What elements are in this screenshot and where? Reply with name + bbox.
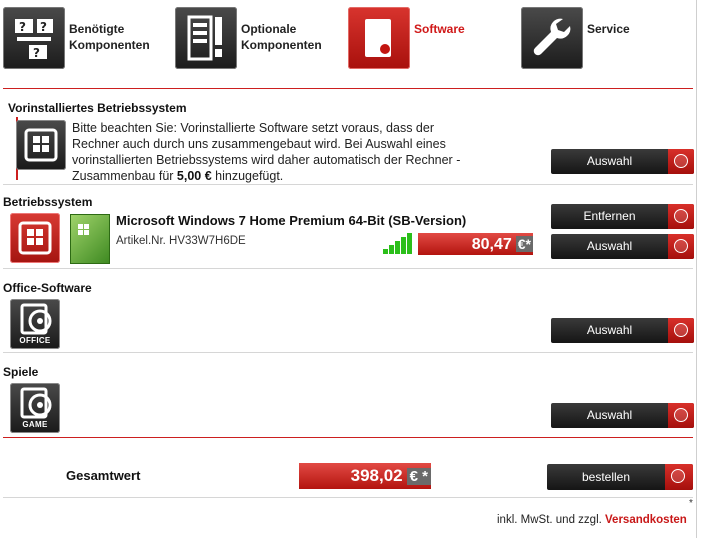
section-title-os: Betriebssystem [3,195,93,209]
section-divider [3,184,693,185]
svg-text:?: ? [40,20,47,34]
order-button[interactable]: bestellen [547,464,693,490]
pc-tower-icon [175,7,237,69]
stock-indicator-icon [383,233,415,254]
total-label: Gesamtwert [66,468,141,483]
section-divider [3,268,693,269]
section-title-games: Spiele [3,365,39,379]
product-image[interactable] [70,214,110,264]
section-divider [3,497,693,498]
product-name[interactable]: Microsoft Windows 7 Home Premium 64-Bit … [116,213,466,228]
software-box-icon [348,7,410,69]
section-divider [3,437,693,438]
question-monitor-icon: ? ? ? [3,7,65,69]
gears-icon [668,234,694,259]
tab-label: Service [587,22,630,36]
remove-button[interactable]: Entfernen [551,204,694,229]
section-title-preinstalled: Vorinstalliertes Betriebssystem [8,101,187,115]
office-disc-icon: OFFICE [10,299,60,349]
tab-service[interactable]: Service [521,7,696,71]
office-select-button[interactable]: Auswahl [551,318,694,343]
product-price: 80,47 €* [418,233,533,255]
windows-box-icon [10,213,60,263]
os-select-button[interactable]: Auswahl [551,234,694,259]
tab-label: Benötigte Komponenten [69,22,150,52]
gears-icon [668,318,694,343]
section-divider [3,88,693,89]
section-title-office: Office-Software [3,281,92,295]
tab-required-components[interactable]: ? ? ? Benötigte Komponenten [3,7,173,71]
gears-icon [668,149,694,174]
windows-logo-icon [78,224,102,235]
tab-label: Optionale Komponenten [241,22,322,52]
article-number: Artikel.Nr. HV33W7H6DE [116,235,246,247]
shipping-costs-link[interactable]: Versandkosten [605,514,687,526]
svg-text:?: ? [33,46,40,60]
tax-note: inkl. MwSt. und zzgl. Versandkosten [497,514,687,526]
section-divider [3,352,693,353]
scrollbar-track[interactable] [696,0,697,538]
game-disc-icon: GAME [10,383,60,433]
svg-text:?: ? [19,20,26,34]
total-price: 398,02 € * [299,463,431,489]
footnote-asterisk: * [689,498,693,509]
basket-icon [665,464,693,490]
games-select-button[interactable]: Auswahl [551,403,694,428]
tab-software[interactable]: Software [348,7,518,71]
windows-box-icon [16,120,66,170]
tab-optional-components[interactable]: Optionale Komponenten [175,7,345,71]
wrench-icon [521,7,583,69]
trash-icon [668,204,694,229]
preinstall-notice: Bitte beachten Sie: Vorinstallierte Soft… [72,121,461,183]
tab-label: Software [414,22,465,36]
preinstalled-select-button[interactable]: Auswahl [551,149,694,174]
gears-icon [668,403,694,428]
